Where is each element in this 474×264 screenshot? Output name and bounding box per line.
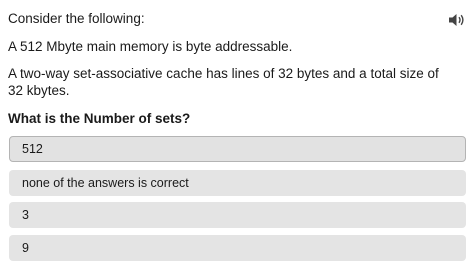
memory-statement: A 512 Mbyte main memory is byte addressa… — [8, 39, 293, 54]
answer-option-3[interactable]: 3 — [9, 202, 466, 228]
intro-text: Consider the following: — [8, 11, 145, 26]
quiz-question-panel: Consider the following: A 512 Mbyte main… — [0, 0, 474, 264]
answer-option-9[interactable]: 9 — [9, 235, 466, 261]
question-text: What is the Number of sets? — [8, 111, 191, 126]
cache-statement: A two-way set-associative cache has line… — [8, 66, 439, 98]
speaker-icon[interactable] — [448, 12, 466, 28]
answer-option-512[interactable]: 512 — [9, 136, 466, 162]
answer-option-none[interactable]: none of the answers is correct — [9, 170, 466, 196]
